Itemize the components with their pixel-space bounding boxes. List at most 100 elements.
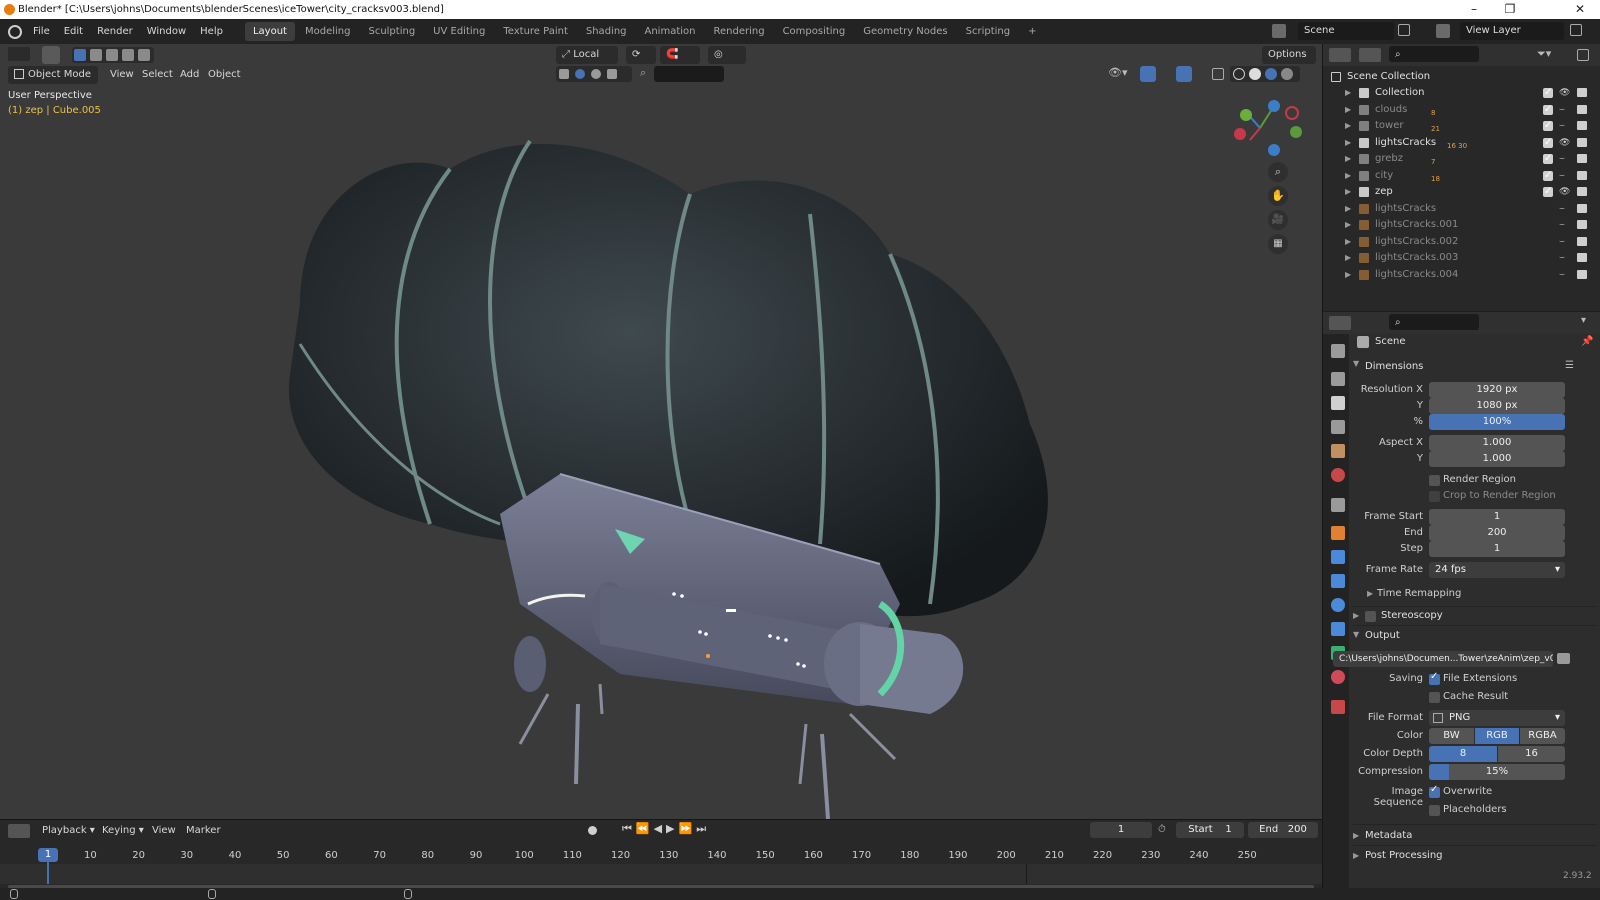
crop-region-checkbox[interactable] <box>1429 491 1440 502</box>
timeline-menu-view[interactable]: View <box>146 822 182 840</box>
select-mode-buttons[interactable] <box>72 47 154 63</box>
depth-16-button[interactable]: 16 <box>1498 746 1565 762</box>
mode-dropdown[interactable]: Object Mode <box>8 66 98 84</box>
depth-8-button[interactable]: 8 <box>1429 746 1497 762</box>
playback-controls[interactable]: ⏮⏪◀▶⏩⏭ <box>622 822 710 836</box>
camera-render-icon[interactable] <box>1577 220 1587 229</box>
object-tab-icon[interactable] <box>1331 526 1345 540</box>
tab-geometry-nodes[interactable]: Geometry Nodes <box>855 22 955 41</box>
exclude-checkbox[interactable] <box>1543 85 1553 101</box>
modifier-tab-icon[interactable] <box>1331 550 1345 564</box>
new-collection-icon[interactable] <box>1577 49 1589 61</box>
outliner-item[interactable]: ▶ lightsCracks.004 ⌣ <box>1323 267 1600 283</box>
scene-tab-icon[interactable] <box>1331 444 1345 458</box>
zoom-view-icon[interactable]: ⌕ <box>1268 162 1288 182</box>
exclude-checkbox[interactable] <box>1543 168 1553 184</box>
exclude-checkbox[interactable] <box>1543 118 1553 134</box>
viewport-menu-view[interactable]: View <box>104 66 140 84</box>
tab-layout[interactable]: Layout <box>244 22 295 41</box>
light-filter-icon[interactable] <box>591 69 601 79</box>
tab-sculpting[interactable]: Sculpting <box>360 22 423 41</box>
select-extend-icon[interactable] <box>90 49 102 61</box>
select-intersect-icon[interactable] <box>138 49 150 61</box>
placeholders-checkbox[interactable] <box>1429 805 1440 816</box>
tab-scripting[interactable]: Scripting <box>958 22 1018 41</box>
maximize-button[interactable]: ❐ <box>1493 0 1527 19</box>
expand-arrow-icon[interactable]: ▶ <box>1345 234 1355 250</box>
expand-arrow-icon[interactable]: ▶ <box>1345 118 1355 134</box>
menu-window[interactable]: Window <box>140 19 193 44</box>
tab-shading[interactable]: Shading <box>578 22 635 41</box>
view-layer-icon[interactable] <box>1436 24 1450 38</box>
frame-rate-dropdown[interactable]: 24 fps ▾ <box>1429 562 1565 578</box>
menu-file[interactable]: File <box>26 19 57 44</box>
tab-uv-editing[interactable]: UV Editing <box>425 22 493 41</box>
res-pct-field[interactable]: 100% <box>1429 414 1565 430</box>
viewport-menu-select[interactable]: Select <box>136 66 179 84</box>
camera-render-icon[interactable] <box>1577 203 1587 213</box>
outliner-item[interactable]: ▶ lightsCracks.002 ⌣ <box>1323 234 1600 250</box>
world-tab-icon[interactable] <box>1331 468 1345 482</box>
ortho-toggle-icon[interactable]: ▦ <box>1268 234 1288 254</box>
eye-icon[interactable]: 👁 <box>1559 85 1570 101</box>
blender-menu-icon[interactable] <box>8 24 22 39</box>
pivot-dropdown[interactable]: ⟳ <box>626 46 656 64</box>
material-tab-icon[interactable] <box>1331 670 1345 684</box>
timeline[interactable]: Playback ▾ Keying ▾ View Marker ⏮⏪◀▶⏩⏭ 1… <box>0 819 1322 889</box>
color-bw-button[interactable]: BW <box>1429 728 1474 744</box>
visibility-dropdown-icon[interactable]: 👁▾ <box>1108 66 1128 79</box>
exclude-checkbox[interactable] <box>1543 184 1553 200</box>
tab-compositing[interactable]: Compositing <box>775 22 854 41</box>
expand-arrow-icon[interactable]: ▶ <box>1345 184 1355 200</box>
aspect-y-field[interactable]: 1.000 <box>1429 451 1565 467</box>
editor-type-button[interactable] <box>8 47 30 61</box>
timeline-menu-keying[interactable]: Keying ▾ <box>96 822 150 840</box>
expand-arrow-icon[interactable]: ▶ <box>1345 201 1355 217</box>
menu-help[interactable]: Help <box>193 19 230 44</box>
metadata-panel-header[interactable]: ▶ Metadata <box>1353 824 1597 844</box>
select-subtract-icon[interactable] <box>106 49 118 61</box>
render-tab-icon[interactable] <box>1331 372 1345 386</box>
tab-animation[interactable]: Animation <box>637 22 704 41</box>
mesh-filter-icon[interactable] <box>559 69 569 79</box>
cache-result-checkbox[interactable] <box>1429 692 1440 703</box>
eye-closed-icon[interactable]: ⌣ <box>1559 151 1565 167</box>
frame-end-field[interactable]: 200 <box>1429 525 1565 541</box>
post-processing-panel-header[interactable]: ▶ Post Processing <box>1353 845 1597 865</box>
properties-options-icon[interactable]: ▾ <box>1581 315 1586 326</box>
expand-arrow-icon[interactable]: ▶ <box>1345 168 1355 184</box>
record-button[interactable] <box>588 826 597 835</box>
outliner-search-field[interactable]: ⌕ <box>1389 46 1479 62</box>
exclude-checkbox[interactable] <box>1543 151 1553 167</box>
new-scene-icon[interactable] <box>1398 24 1410 36</box>
exclude-checkbox[interactable] <box>1543 135 1553 151</box>
exclude-checkbox[interactable] <box>1543 102 1553 118</box>
camera-render-icon[interactable] <box>1577 269 1587 279</box>
camera-view-icon[interactable]: 🎥 <box>1268 210 1288 230</box>
rendered-shading-icon[interactable] <box>1281 68 1293 80</box>
wireframe-shading-icon[interactable] <box>1233 68 1245 80</box>
tab-rendering[interactable]: Rendering <box>705 22 772 41</box>
expand-arrow-icon[interactable]: ▶ <box>1345 250 1355 266</box>
transform-orientation-dropdown[interactable]: ⤢ Local <box>556 46 618 64</box>
pin-icon[interactable]: 📌 <box>1581 336 1593 347</box>
snap-toggle[interactable]: 🧲 <box>660 46 700 64</box>
options-dropdown[interactable]: Options ▾ <box>1262 46 1316 78</box>
viewport-search-icon[interactable]: ⌕ <box>640 66 646 80</box>
collection-tab-icon[interactable] <box>1331 498 1345 512</box>
output-path-field[interactable]: C:\Users\johns\Documen...Tower\zeAnim\ze… <box>1333 651 1553 667</box>
gizmo-toggle-icon[interactable] <box>1140 66 1156 82</box>
viewport-search-field[interactable] <box>654 66 724 82</box>
filter-type-buttons[interactable] <box>556 66 632 82</box>
frame-start-field[interactable]: 1 <box>1429 509 1565 525</box>
outliner-item[interactable]: ▶ zep 👁 <box>1323 184 1600 200</box>
shading-buttons[interactable] <box>1230 66 1300 82</box>
minimize-button[interactable]: – <box>1457 0 1491 19</box>
output-tab-icon[interactable] <box>1331 396 1345 410</box>
select-invert-icon[interactable] <box>122 49 134 61</box>
camera-render-icon[interactable] <box>1577 253 1587 262</box>
camera-filter-icon[interactable] <box>607 69 617 79</box>
color-rgba-button[interactable]: RGBA <box>1520 728 1565 744</box>
outliner-item[interactable]: ▶ lightsCracks.001 ⌣ <box>1323 217 1600 233</box>
camera-render-icon[interactable] <box>1577 88 1587 97</box>
